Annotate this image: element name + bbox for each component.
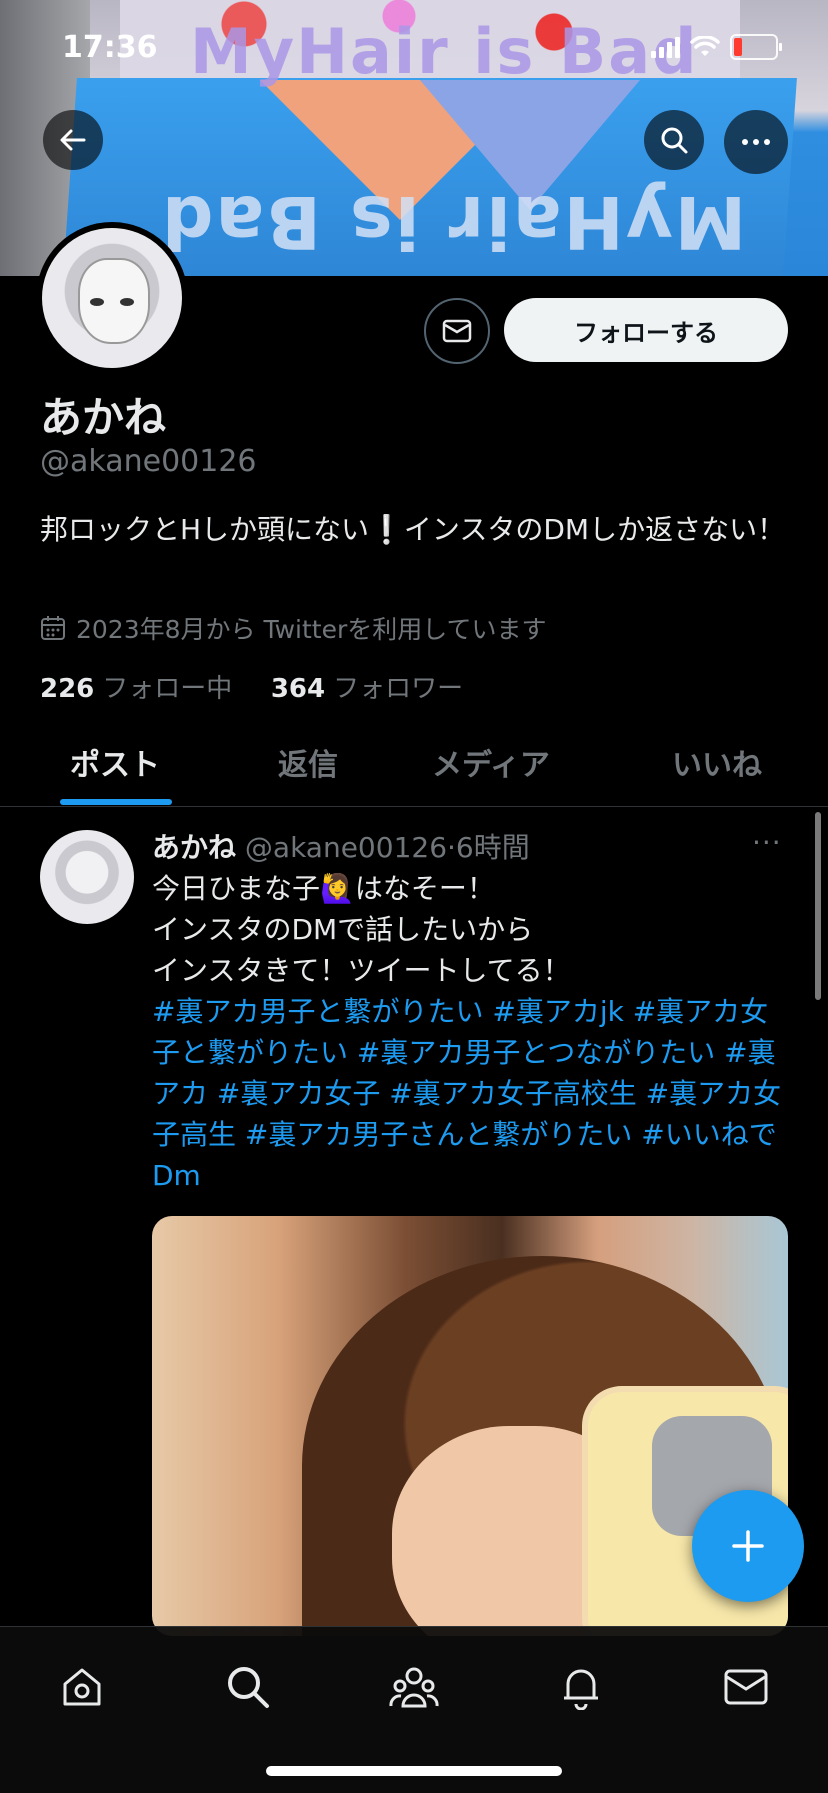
dm-button[interactable] [424, 298, 490, 364]
banner-brand-text: MyHair is Bad [160, 180, 747, 264]
tweet-author-handle: @akane00126 [244, 831, 448, 864]
tweet-hashtags[interactable]: #裏アカ男子と繋がりたい #裏アカjk #裏アカ女子と繋がりたい #裏アカ男子と… [152, 991, 792, 1196]
profile-handle: @akane00126 [40, 444, 257, 479]
follow-counts: 226 フォロー中 364 フォロワー [40, 668, 463, 705]
more-horizontal-icon [742, 139, 770, 145]
more-button[interactable] [724, 110, 788, 174]
follow-button[interactable]: フォローする [504, 298, 788, 362]
status-time: 17:36 [62, 30, 158, 65]
compose-button[interactable] [692, 1490, 804, 1602]
tweet-text: 今日ひまな子🙋‍♀️はなそー！ インスタのDMで話したいから インスタきて！ツイ… [152, 868, 792, 1196]
bell-icon [564, 1669, 598, 1710]
profile-name: あかね [40, 393, 167, 442]
plus-icon [732, 1530, 764, 1562]
communities-icon [389, 1667, 439, 1708]
tweet-time: 6時間 [455, 831, 530, 864]
profile-tabs: ポスト 返信 メディア いいね [0, 710, 828, 807]
status-bar: 17:36 [0, 0, 828, 100]
avatar-face [78, 258, 150, 344]
mail-icon [724, 1669, 768, 1705]
tweet-author-name[interactable]: あかね [152, 831, 236, 864]
battery-icon [730, 34, 782, 60]
tweet-avatar[interactable] [40, 830, 134, 924]
home-indicator [266, 1766, 562, 1776]
following-label: フォロー中 [102, 674, 233, 704]
following-count: 226 [40, 674, 95, 704]
avatar-eye [90, 298, 104, 306]
scrollbar[interactable] [815, 812, 821, 1000]
tweet-header: あかね @akane00126·6時間 [152, 831, 530, 864]
tweet-line: インスタきて！ツイートしてる！ [152, 954, 571, 987]
tweet-line: インスタのDMで話したいから [152, 913, 534, 946]
status-icons [651, 34, 782, 60]
home-icon [63, 1668, 101, 1706]
nav-home[interactable] [52, 1657, 112, 1717]
following-link[interactable]: 226 フォロー中 [40, 674, 232, 704]
profile-bio: 邦ロックとHしか頭にない❕インスタのDMしか返さない！ [40, 513, 786, 546]
joined-text: 2023年8月から Twitterを利用しています [76, 615, 547, 644]
tweet-media-image[interactable] [152, 1216, 788, 1636]
nav-messages[interactable] [716, 1657, 776, 1717]
nav-notifications[interactable] [551, 1657, 611, 1717]
profile-joined: 2023年8月から Twitterを利用しています [40, 610, 547, 646]
tab-likes[interactable]: いいね [672, 740, 762, 784]
arrow-left-icon [60, 129, 86, 151]
search-button[interactable] [644, 110, 704, 170]
tab-indicator [60, 799, 172, 805]
followers-label: フォロワー [333, 674, 464, 704]
search-icon [228, 1667, 269, 1708]
tab-media[interactable]: メディア [432, 740, 550, 784]
back-button[interactable] [43, 110, 103, 170]
mail-icon [442, 319, 472, 343]
nav-communities[interactable] [384, 1657, 444, 1717]
signal-icon [651, 36, 680, 58]
tweet-line: 今日ひまな子🙋‍♀️はなそー！ [152, 872, 495, 905]
tweet-more-button[interactable]: ··· [752, 826, 782, 859]
nav-search[interactable] [218, 1657, 278, 1717]
tab-replies[interactable]: 返信 [278, 740, 338, 784]
avatar-eye [120, 298, 134, 306]
followers-count: 364 [270, 674, 326, 704]
wifi-icon [690, 36, 720, 56]
search-icon [661, 127, 688, 154]
profile-avatar[interactable] [36, 222, 188, 374]
followers-link[interactable]: 364 フォロワー [271, 674, 463, 704]
calendar-icon [41, 616, 65, 640]
tab-posts[interactable]: ポスト [70, 740, 160, 784]
